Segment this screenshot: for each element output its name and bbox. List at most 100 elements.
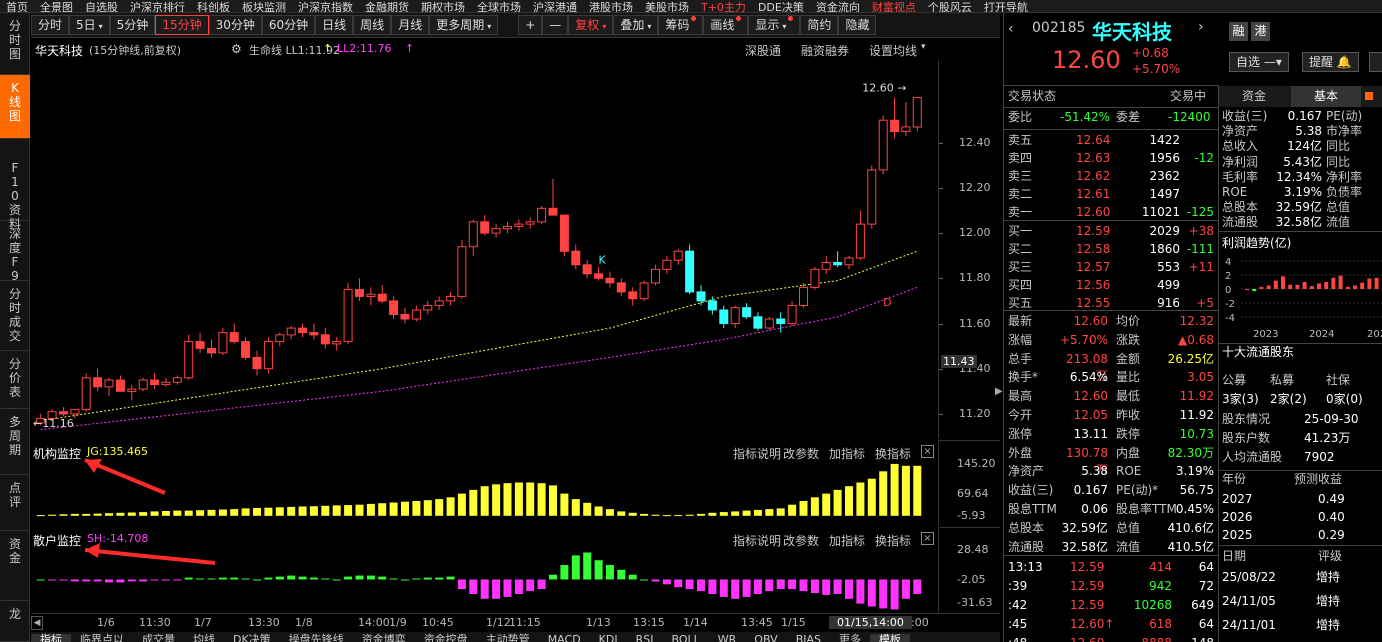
- top-menu-item[interactable]: 沪深港通: [527, 2, 583, 12]
- top-menu-item[interactable]: T+0主力: [695, 2, 752, 12]
- top-menu-item[interactable]: 金融期货: [359, 2, 415, 12]
- alert-button[interactable]: 提醒 🔔: [1302, 52, 1359, 72]
- period-tab[interactable]: 月线: [391, 15, 430, 35]
- sh-close-icon[interactable]: ×: [921, 532, 934, 545]
- next-arrow-icon[interactable]: ›: [1198, 19, 1204, 35]
- top-menu-item[interactable]: 财富视点: [866, 2, 922, 12]
- top-menu-item[interactable]: 全球市场: [471, 2, 527, 12]
- indicator-tab[interactable]: BIAS: [787, 634, 830, 642]
- sh-btn-param[interactable]: 改参数: [783, 532, 819, 549]
- sidebar-item[interactable]: 深度F9: [0, 221, 30, 283]
- top-menu-item[interactable]: DDE决策: [752, 2, 810, 12]
- period-tab[interactable]: 30分钟: [208, 15, 262, 35]
- indicator-tab[interactable]: KDJ: [590, 634, 627, 642]
- ask-price[interactable]: 12.62: [1076, 168, 1110, 185]
- sidebar-item[interactable]: 龙: [0, 601, 30, 642]
- sidebar-item[interactable]: 分时图: [0, 13, 30, 75]
- sidebar-item[interactable]: 点评: [0, 475, 30, 531]
- link-shenguto[interactable]: 深股通: [745, 42, 781, 59]
- settings-gear-icon[interactable]: ⚙: [231, 42, 242, 56]
- ask-price[interactable]: 12.64: [1076, 132, 1110, 149]
- bid-price[interactable]: 12.57: [1076, 259, 1110, 276]
- indicator-tab[interactable]: 操盘先锋线: [280, 634, 353, 642]
- tool-button[interactable]: —: [542, 15, 569, 35]
- tool-button[interactable]: 筹码: [658, 15, 704, 35]
- top-menu-item[interactable]: 期权市场: [415, 2, 471, 12]
- bid-price[interactable]: 12.56: [1076, 277, 1110, 294]
- sh-btn-add[interactable]: 加指标: [829, 532, 865, 549]
- sh-btn-desc[interactable]: 指标说明: [733, 532, 781, 549]
- scroll-left-icon[interactable]: ◀: [31, 616, 43, 630]
- ask-price[interactable]: 12.63: [1076, 150, 1110, 167]
- indicator-tab[interactable]: OBV: [745, 634, 786, 642]
- top-menu-item[interactable]: 板块监测: [236, 2, 292, 12]
- period-tab[interactable]: 日线: [315, 15, 354, 35]
- indicator-tab[interactable]: MACD: [539, 634, 590, 642]
- ask-price[interactable]: 12.61: [1076, 186, 1110, 203]
- sh-btn-switch[interactable]: 换指标: [875, 532, 911, 549]
- period-tab[interactable]: 更多周期 ▾: [429, 15, 499, 35]
- tab-basic[interactable]: 基本: [1291, 86, 1361, 107]
- top-menu-item[interactable]: 资金流向: [810, 2, 866, 12]
- top-menu-item[interactable]: 沪深京排行: [124, 2, 191, 12]
- indicator-tab[interactable]: 更多: [830, 634, 870, 642]
- period-tab[interactable]: 周线: [353, 15, 392, 35]
- sidebar-item[interactable]: 资金: [0, 531, 30, 601]
- period-tab[interactable]: 5分钟: [109, 15, 156, 35]
- tool-button[interactable]: 复权 ▾: [568, 15, 614, 35]
- period-tab[interactable]: 15分钟: [155, 15, 209, 35]
- hk-connect-badge[interactable]: 港: [1251, 22, 1270, 41]
- jg-close-icon[interactable]: ×: [921, 445, 934, 458]
- sidebar-item[interactable]: 分价表: [0, 351, 30, 409]
- bid-price[interactable]: 12.58: [1076, 241, 1110, 258]
- top-menu-item[interactable]: 科创板: [191, 2, 236, 12]
- indicator-tab[interactable]: DK决策: [224, 634, 280, 642]
- more-button[interactable]: [1369, 52, 1382, 72]
- top-menu-item[interactable]: 美股市场: [639, 2, 695, 12]
- ma-settings-caret-icon[interactable]: ▾: [921, 42, 926, 52]
- indicator-tab[interactable]: 模板: [870, 634, 911, 642]
- indicator-tab[interactable]: 临界点以: [71, 634, 133, 642]
- watchlist-button[interactable]: 自选 —▾: [1229, 52, 1289, 72]
- indicator-tab[interactable]: 资金控盘: [415, 634, 477, 642]
- indicator-tab[interactable]: 均线: [184, 634, 224, 642]
- bid-price[interactable]: 12.55: [1076, 295, 1110, 312]
- tab-more-icon[interactable]: [1365, 92, 1373, 100]
- link-margin[interactable]: 融资融券: [801, 42, 849, 59]
- period-tab[interactable]: 5日 ▾: [69, 15, 110, 35]
- indicator-tab[interactable]: BOLL: [662, 634, 708, 642]
- ask-price[interactable]: 12.60: [1076, 204, 1110, 221]
- splitter-arrow-icon[interactable]: ▶: [995, 380, 1003, 404]
- tool-button[interactable]: 画线: [703, 15, 749, 35]
- top-menu-item[interactable]: 个股风云: [922, 2, 978, 12]
- period-tab[interactable]: 60分钟: [261, 15, 316, 35]
- tool-button[interactable]: +: [518, 15, 543, 35]
- indicator-tab[interactable]: WR: [709, 634, 746, 642]
- top-menu-item[interactable]: 打开导航: [978, 2, 1034, 12]
- sidebar-item[interactable]: 多周期: [0, 409, 30, 475]
- top-menu-item[interactable]: 全景图: [34, 2, 79, 12]
- back-arrow-icon[interactable]: ‹: [1008, 21, 1014, 37]
- top-menu-item[interactable]: 沪深京指数: [292, 2, 359, 12]
- tool-button[interactable]: 叠加 ▾: [613, 15, 659, 35]
- indicator-tab[interactable]: 资金博弈: [353, 634, 415, 642]
- indicator-tab[interactable]: RSI: [627, 634, 663, 642]
- indicator-tab[interactable]: 指标: [31, 634, 71, 642]
- indicator-tab[interactable]: 主动势管: [477, 634, 539, 642]
- indicator-tab[interactable]: 成交量: [133, 634, 184, 642]
- candlestick-chart[interactable]: 12.60 → ←11.16 K D: [31, 60, 937, 438]
- link-ma-settings[interactable]: 设置均线: [869, 42, 917, 59]
- tool-button[interactable]: 简约: [800, 15, 839, 35]
- period-tab[interactable]: 分时: [31, 15, 70, 35]
- tool-button[interactable]: 隐藏: [838, 15, 877, 35]
- top-menu-item[interactable]: 自选股: [79, 2, 124, 12]
- bid-price[interactable]: 12.59: [1076, 223, 1110, 240]
- tab-funds[interactable]: 资金: [1219, 86, 1289, 107]
- sidebar-item[interactable]: F10资料: [0, 155, 30, 231]
- top-menu-item[interactable]: 首页: [0, 2, 34, 12]
- margin-badge[interactable]: 融: [1229, 22, 1248, 41]
- sidebar-item[interactable]: K线图: [0, 75, 30, 139]
- sidebar-item[interactable]: 分时成交: [0, 281, 30, 351]
- top-menu-item[interactable]: 港股市场: [583, 2, 639, 12]
- tool-button[interactable]: 显示 ▾: [748, 15, 801, 35]
